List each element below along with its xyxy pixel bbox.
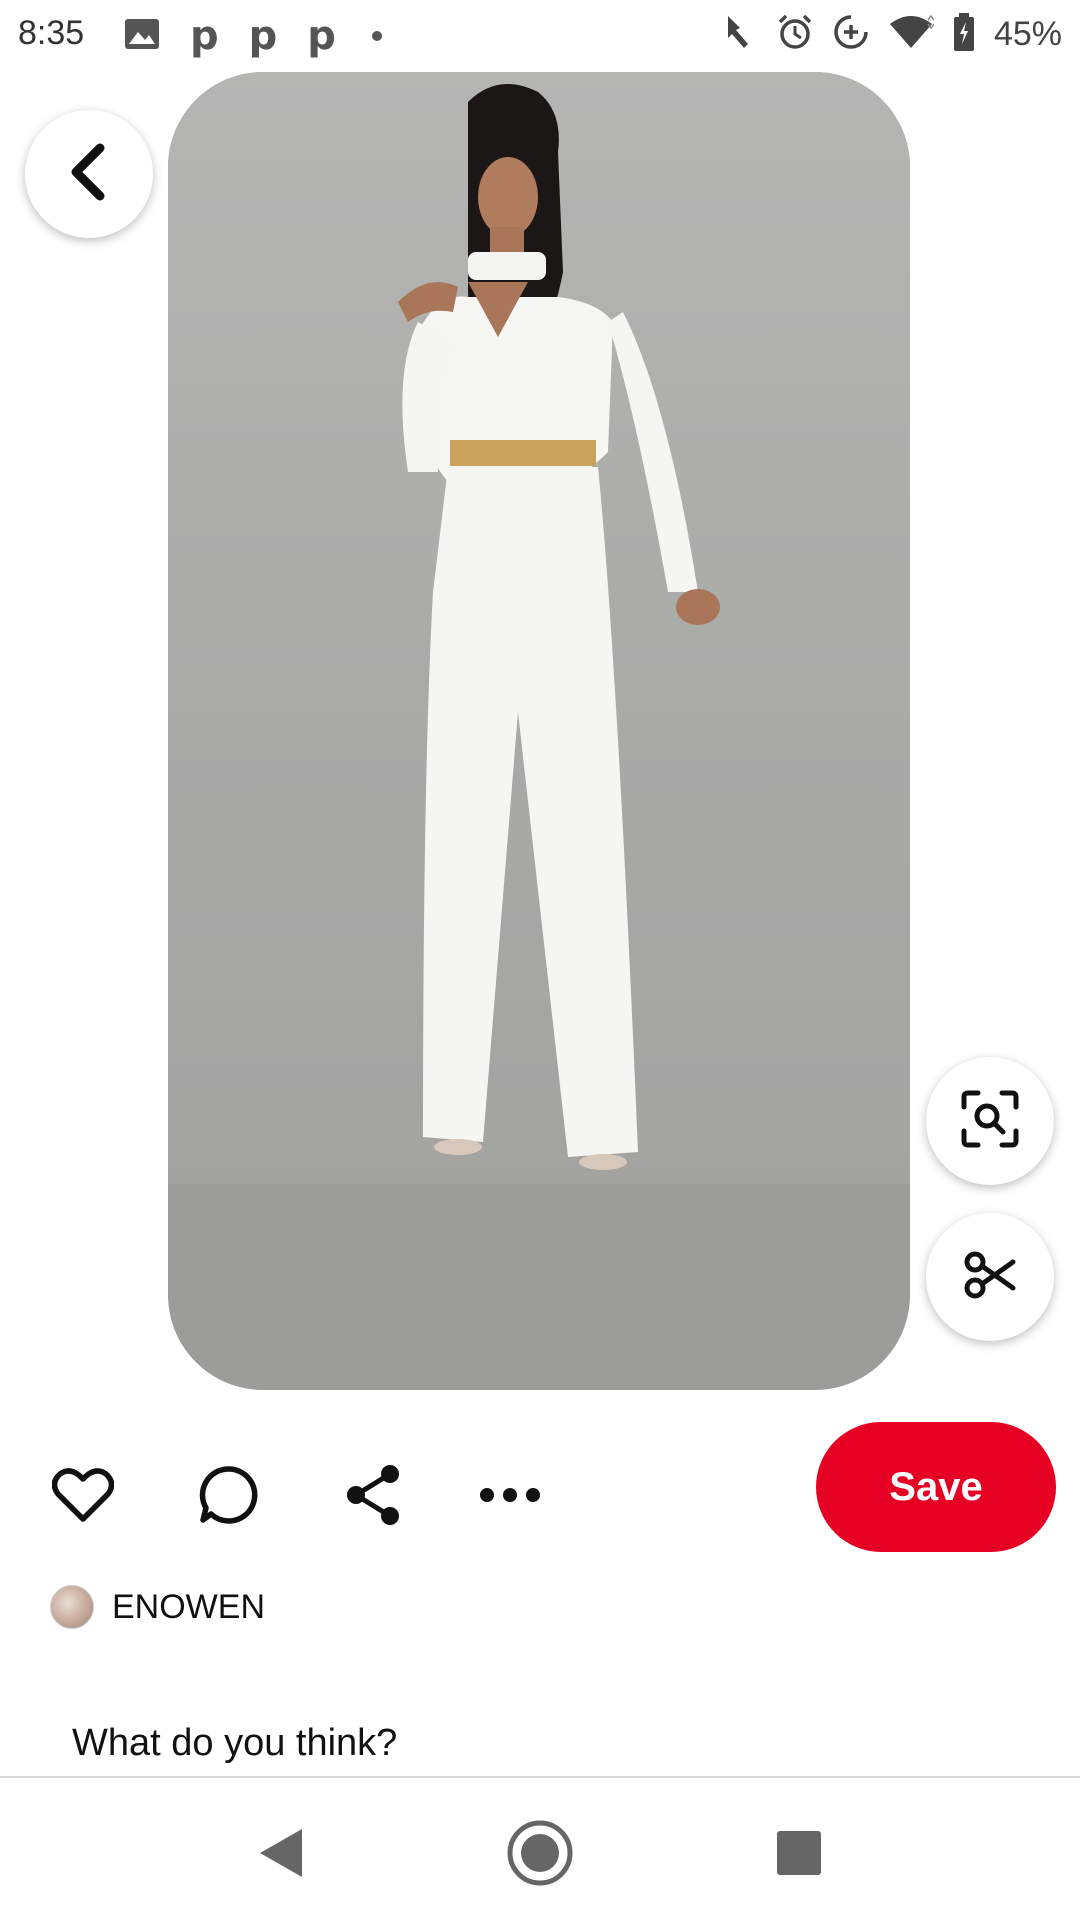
- pin-image[interactable]: [168, 72, 910, 1390]
- battery-icon: [952, 12, 976, 57]
- scissors-icon: [963, 1248, 1017, 1307]
- creator-row[interactable]: ENOWEN: [50, 1585, 265, 1629]
- share-icon[interactable]: [338, 1460, 408, 1530]
- pinterest-p-icon: p: [190, 13, 219, 59]
- status-time: 8:35: [18, 14, 85, 52]
- wifi-icon: [888, 14, 935, 55]
- system-nav-bar: [0, 1778, 1080, 1920]
- chevron-left-icon: [64, 142, 114, 207]
- pinterest-p-icon: p: [248, 13, 278, 59]
- nav-home-icon[interactable]: [495, 1808, 585, 1898]
- nav-recents-icon[interactable]: [754, 1808, 844, 1898]
- creator-name[interactable]: ENOWEN: [112, 1588, 265, 1627]
- dot-icon: [371, 31, 382, 41]
- system-icons: 45%: [718, 12, 1062, 57]
- alarm-icon: [776, 13, 814, 56]
- notification-icons: p p p: [124, 16, 382, 56]
- pinterest-p-icon: p: [307, 13, 336, 59]
- data-saver-icon: [832, 13, 870, 56]
- status-bar: 8:35 p p p 45%: [0, 0, 1080, 72]
- back-button[interactable]: [25, 110, 153, 238]
- heart-icon[interactable]: [48, 1460, 118, 1530]
- comment-icon[interactable]: [193, 1460, 263, 1530]
- visual-search-icon: [960, 1089, 1020, 1154]
- pin-photo: [168, 72, 910, 1184]
- image-icon: [124, 18, 160, 55]
- more-icon[interactable]: [475, 1460, 545, 1530]
- nav-back-icon[interactable]: [235, 1808, 325, 1898]
- cutout-button[interactable]: [926, 1213, 1054, 1341]
- touch-icon: [718, 12, 758, 57]
- comment-prompt[interactable]: What do you think?: [72, 1722, 397, 1765]
- avatar[interactable]: [50, 1585, 94, 1629]
- save-button[interactable]: Save: [816, 1422, 1056, 1552]
- battery-percent: 45%: [993, 15, 1062, 53]
- visual-search-button[interactable]: [926, 1057, 1054, 1185]
